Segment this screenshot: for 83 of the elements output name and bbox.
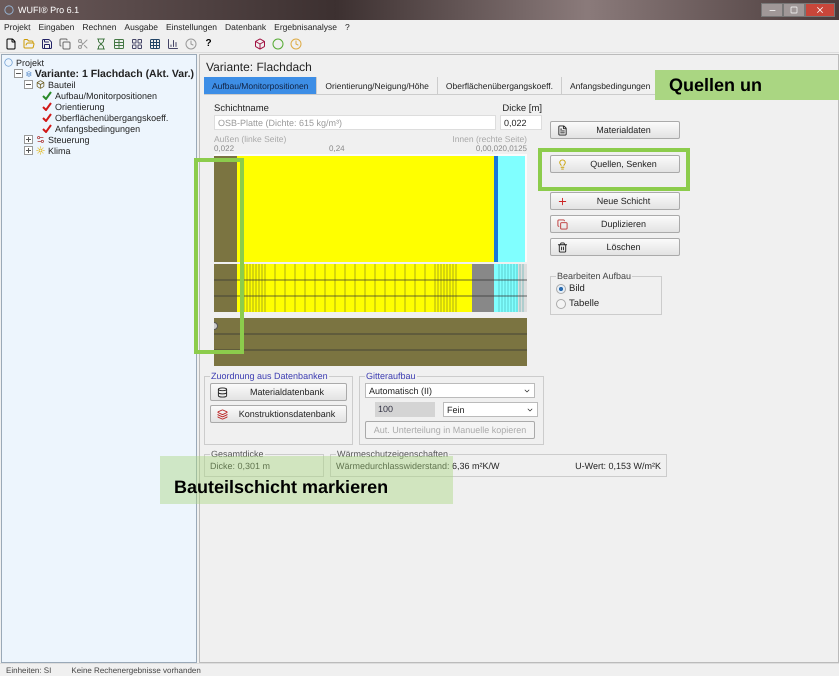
window-icon[interactable] <box>147 36 162 51</box>
tree-item[interactable]: Anfangsbedingungen <box>55 124 140 134</box>
tree-item[interactable]: Oberflächenübergangskoeff. <box>55 112 168 122</box>
scale-label: 0,24 <box>329 144 345 154</box>
u-value: U-Wert: 0,153 W/m²K <box>575 461 661 471</box>
grid-mode-dropdown[interactable]: Automatisch (II) <box>365 383 535 398</box>
tree-item[interactable]: Klima <box>48 146 71 156</box>
menu-item[interactable]: Ergebnisanalyse <box>274 21 338 34</box>
tree-item[interactable]: Orientierung <box>55 102 105 112</box>
scale-label: 0,022 <box>214 144 234 154</box>
app-icon <box>4 5 14 15</box>
total-thickness: Dicke: 0,301 m <box>210 461 272 471</box>
action-button[interactable]: Quellen, Senken <box>550 155 680 173</box>
thermal-resistance: Wärmedurchlasswiderstand: 6,36 m²K/W <box>336 461 500 471</box>
field-label: Schichtname <box>214 103 269 115</box>
copy-icon <box>557 218 568 230</box>
table-icon[interactable] <box>111 36 126 51</box>
axis-label: Innen (rechte Seite) <box>452 134 527 144</box>
database-button[interactable]: Konstruktionsdatenbank <box>210 405 347 423</box>
app-icon <box>4 58 13 67</box>
tab[interactable]: Aufbau/Monitorpositionen <box>204 77 318 94</box>
plus-icon <box>557 196 568 206</box>
grid-count-field[interactable]: 100 <box>375 402 435 417</box>
save-icon[interactable] <box>39 36 54 51</box>
menu-item[interactable]: Einstellungen <box>166 21 218 34</box>
expander-icon[interactable] <box>14 69 23 78</box>
database-button[interactable]: Materialdatenbank <box>210 383 347 401</box>
chart-icon[interactable] <box>165 36 180 51</box>
action-button[interactable]: Duplizieren <box>550 215 680 233</box>
tree-item[interactable]: Aufbau/Monitorpositionen <box>55 90 158 100</box>
group-title: Gesamtdicke <box>210 449 265 459</box>
group-title: Wärmeschutzeigenschaften <box>336 449 450 459</box>
layers-icon <box>217 408 228 420</box>
radio-option[interactable]: Tabelle <box>556 298 656 309</box>
fineness-dropdown[interactable]: Fein <box>443 402 538 417</box>
group-title: Bearbeiten Aufbau <box>556 271 632 281</box>
action-button[interactable]: Materialdaten <box>550 121 680 139</box>
menu-item[interactable]: Datenbank <box>225 21 266 34</box>
menu-item[interactable]: Eingaben <box>38 21 74 34</box>
tree-item[interactable]: Projekt <box>16 58 44 68</box>
scale-label: 0,0125 <box>502 144 527 154</box>
expander-icon[interactable] <box>24 146 33 155</box>
group-title: Gitteraufbau <box>365 371 417 381</box>
action-button[interactable]: Löschen <box>550 238 680 256</box>
thickness-field[interactable]: 0,022 <box>500 115 542 130</box>
tree-item[interactable]: Variante: 1 Flachdach (Akt. Var.) <box>34 68 194 80</box>
grid-icon[interactable] <box>129 36 144 51</box>
menu-item[interactable]: ? <box>345 21 350 34</box>
trash-icon <box>557 242 568 252</box>
copy-icon[interactable] <box>57 36 72 51</box>
scale-label: 0,0 <box>476 144 487 154</box>
close-icon <box>815 5 825 15</box>
close-button[interactable] <box>805 3 835 17</box>
menu-item[interactable]: Ausgabe <box>124 21 158 34</box>
tab[interactable]: Orientierung/Neigung/Höhe <box>317 77 438 94</box>
menu-item[interactable]: Projekt <box>4 21 30 34</box>
control-icon <box>36 135 45 144</box>
radio-option[interactable]: Bild <box>556 283 656 294</box>
variant-title: Variante: Flachdach <box>206 60 313 74</box>
window-title: WUFI® Pro 6.1 <box>18 5 80 15</box>
lightbulb-icon <box>557 158 568 170</box>
sun-icon <box>36 146 45 155</box>
tab[interactable]: Oberflächenübergangskoeff. <box>438 77 562 94</box>
status-text: Keine Rechenergebnisse vorhanden <box>71 666 201 674</box>
callout-label: Quellen un <box>655 70 839 100</box>
box-icon <box>36 80 45 89</box>
maximize-icon <box>790 6 798 14</box>
document-icon <box>557 124 568 136</box>
expander-icon[interactable] <box>24 135 33 144</box>
action-button[interactable]: Neue Schicht <box>550 192 680 210</box>
expander-icon[interactable] <box>24 80 33 89</box>
axis-label: Außen (linke Seite) <box>214 134 286 144</box>
scale-label: 0,02 <box>486 144 503 154</box>
status-text: Einheiten: SI <box>6 666 52 674</box>
help-button[interactable]: ? <box>201 36 216 51</box>
tree-item[interactable]: Bauteil <box>48 80 76 90</box>
menu-item[interactable]: Rechnen <box>82 21 116 34</box>
tree-item[interactable]: Steuerung <box>48 134 90 144</box>
layers-icon <box>26 68 32 78</box>
group-title: Zuordnung aus Datenbanken <box>210 371 329 381</box>
field-label: Dicke [m] <box>502 103 542 115</box>
maximize-button[interactable] <box>783 3 805 17</box>
database-icon <box>217 386 228 398</box>
